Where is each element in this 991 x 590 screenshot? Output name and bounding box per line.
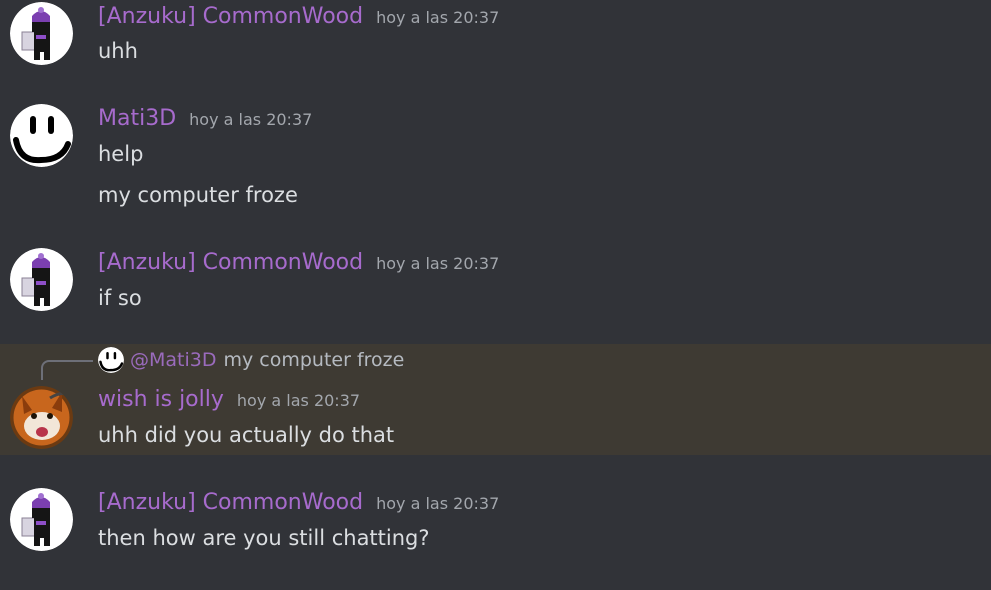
message-text: help [98,142,144,166]
username[interactable]: Mati3D [98,106,176,131]
message-text: uhh [98,39,138,63]
message-header: [Anzuku] CommonWood hoy a las 20:37 [98,250,499,278]
message-header: [Anzuku] CommonWood hoy a las 20:37 [98,4,499,32]
timestamp[interactable]: hoy a las 20:37 [376,254,499,273]
purple-hat-figure-icon [10,248,73,311]
reply-avatar [98,347,124,373]
message-text: if so [98,286,142,310]
smiley-face-icon [10,104,73,167]
reply-text[interactable]: my computer froze [223,349,404,371]
message-header: [Anzuku] CommonWood hoy a las 20:37 [98,490,499,518]
message-header: wish is jolly hoy a las 20:37 [98,387,360,415]
message-group-highlighted: @Mati3D my computer froze wish is jolly … [0,344,991,455]
reply-preview[interactable]: @Mati3D my computer froze [98,347,404,373]
timestamp[interactable]: hoy a las 20:37 [376,494,499,513]
message-group: [Anzuku] CommonWood hoy a las 20:37 if s… [0,244,991,324]
reply-mention[interactable]: @Mati3D [130,349,216,371]
username[interactable]: [Anzuku] CommonWood [98,4,363,29]
message-group: Mati3D hoy a las 20:37 help my computer … [0,98,991,218]
message-header: Mati3D hoy a las 20:37 [98,106,312,134]
avatar[interactable] [10,386,73,449]
avatar[interactable] [10,2,73,65]
message-group: [Anzuku] CommonWood hoy a las 20:37 then… [0,484,991,574]
username[interactable]: wish is jolly [98,387,224,412]
message-text: my computer froze [98,183,298,207]
username[interactable]: [Anzuku] CommonWood [98,490,363,515]
message-text: then how are you still chatting? [98,526,430,550]
fox-icon [10,386,73,449]
username[interactable]: [Anzuku] CommonWood [98,250,363,275]
avatar[interactable] [10,488,73,551]
purple-hat-figure-icon [10,488,73,551]
timestamp[interactable]: hoy a las 20:37 [189,110,312,129]
purple-hat-figure-icon [10,2,73,65]
message-group: [Anzuku] CommonWood hoy a las 20:37 uhh [0,0,991,80]
reply-connector [41,360,93,380]
message-text: uhh did you actually do that [98,423,395,447]
avatar[interactable] [10,248,73,311]
chat-message-list: [Anzuku] CommonWood hoy a las 20:37 uhh … [0,0,991,590]
timestamp[interactable]: hoy a las 20:37 [376,8,499,27]
smiley-face-icon [98,347,124,373]
avatar[interactable] [10,104,73,167]
timestamp[interactable]: hoy a las 20:37 [237,391,360,410]
